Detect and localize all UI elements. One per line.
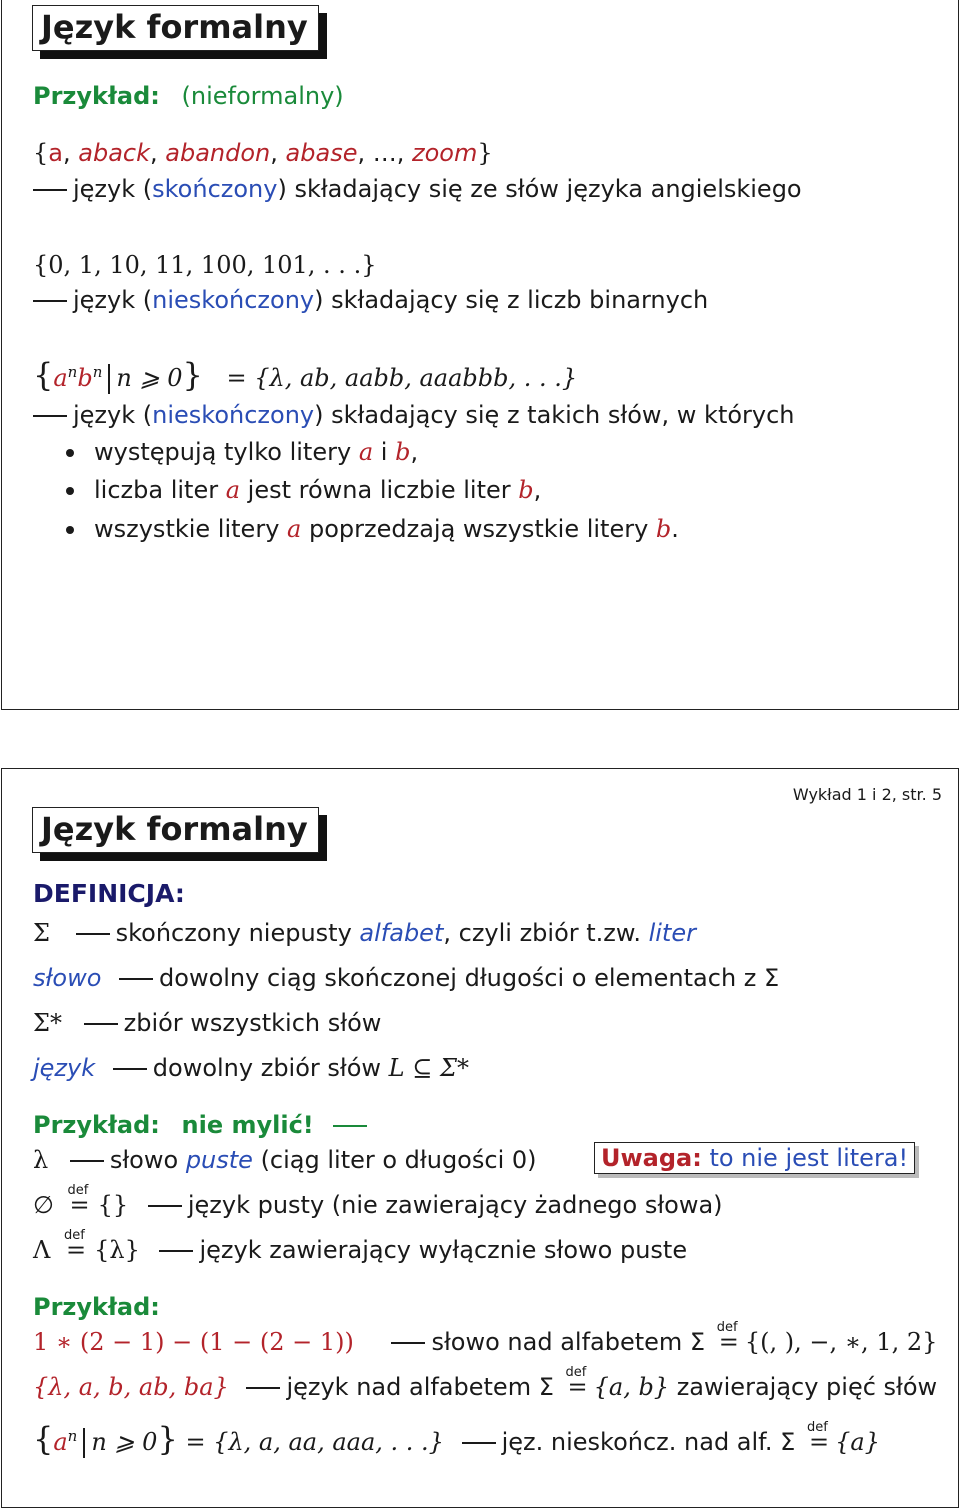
em-dash bbox=[147, 1205, 182, 1207]
binary-numbers-desc: język (nieskończony) składający się z li… bbox=[33, 285, 708, 315]
page-number: Wykład 1 i 2, str. 5 bbox=[792, 785, 942, 804]
em-dash bbox=[83, 1023, 118, 1025]
bullet-item: liczba liter a jest równa liczbie liter … bbox=[66, 475, 541, 505]
anbn-desc: język (nieskończony) składający się z ta… bbox=[33, 400, 795, 430]
bullet-item: wszystkie litery a poprzedzają wszystkie… bbox=[66, 514, 679, 544]
em-dash bbox=[33, 189, 67, 191]
empty-language-line: ∅ def ={} język pusty (nie zawierający ża… bbox=[33, 1183, 723, 1219]
such-that-bar bbox=[83, 1428, 86, 1458]
em-dash bbox=[333, 1125, 368, 1127]
em-dash bbox=[119, 978, 154, 980]
example-heading-2: Przykład: bbox=[33, 1293, 160, 1321]
em-dash bbox=[461, 1442, 496, 1444]
example-heading: Przykład: (nieformalny) bbox=[33, 82, 344, 110]
warning-note: Uwaga: to nie jest litera! bbox=[594, 1142, 916, 1174]
lambda-language-line: Λ def = {λ} język zawierający wyłącznie sł… bbox=[33, 1228, 688, 1264]
em-dash bbox=[112, 1068, 147, 1070]
bullet-item: występują tylko litery a i b, bbox=[66, 437, 418, 467]
empty-word-line: λ słowo puste (ciąg liter o długości 0) bbox=[33, 1146, 537, 1174]
def-sigma-star: Σ* zbiór wszystkich słów bbox=[33, 1009, 382, 1037]
em-dash bbox=[75, 933, 110, 935]
slide-2: Wykład 1 i 2, str. 5 Język formalny DEFI… bbox=[1, 768, 959, 1508]
bullet-icon bbox=[66, 487, 74, 495]
english-words-set: {a, aback, abandon, abase, …, zoom} bbox=[33, 139, 493, 167]
em-dash bbox=[69, 1160, 104, 1162]
example-heading: Przykład: nie mylić! bbox=[33, 1110, 373, 1140]
slide-title: Język formalny bbox=[32, 807, 319, 853]
english-words-desc: język (skończony) składający się ze słów… bbox=[33, 174, 802, 204]
anbn-set: {anbn n ⩾ 0} = {λ, ab, aabb, aaabbb, . . … bbox=[33, 356, 578, 394]
bullet-icon bbox=[66, 526, 74, 534]
em-dash bbox=[33, 300, 67, 302]
def-alphabet: Σ skończony niepusty alfabet, czyli zbió… bbox=[33, 919, 696, 947]
binary-numbers-set: {0, 1, 10, 11, 100, 101, . . .} bbox=[33, 251, 377, 279]
em-dash bbox=[391, 1342, 426, 1344]
def-word: słowo dowolny ciąg skończonej długości o… bbox=[33, 964, 780, 992]
slide-title: Język formalny bbox=[32, 5, 319, 51]
definition-heading: DEFINICJA: bbox=[33, 879, 185, 908]
slide-1: Język formalny Przykład: (nieformalny) {… bbox=[1, 0, 959, 710]
example-word-line: 1 ∗ (2 − 1) − (1 − (2 − 1)) słowo nad al… bbox=[33, 1320, 938, 1356]
em-dash bbox=[246, 1387, 281, 1389]
em-dash bbox=[33, 415, 67, 417]
def-language: język dowolny zbiór słów L ⊆ Σ* bbox=[33, 1054, 469, 1082]
example-language-line: {λ, a, b, ab, ba} język nad alfabetem Σ … bbox=[33, 1365, 938, 1401]
bullet-icon bbox=[66, 449, 74, 457]
em-dash bbox=[159, 1250, 194, 1252]
example-infinite-language-line: {an n ⩾ 0} = {λ, a, aa, aaa, . . .} jęz. … bbox=[33, 1420, 880, 1458]
such-that-bar bbox=[108, 364, 111, 394]
